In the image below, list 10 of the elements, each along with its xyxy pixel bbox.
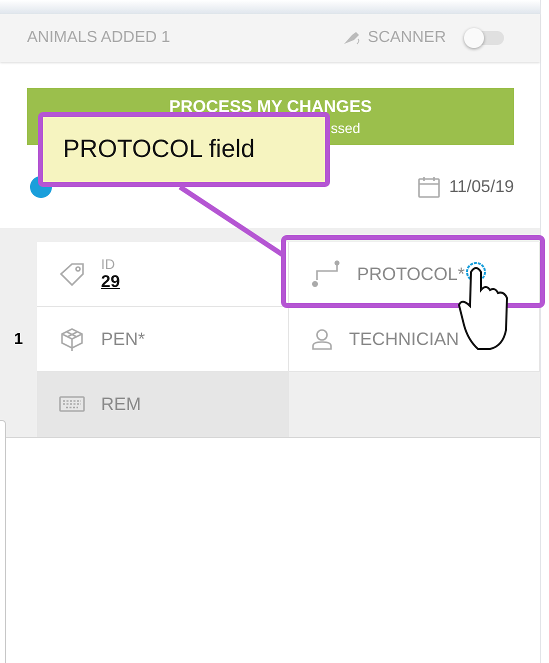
field-label: TECHNICIAN [349, 328, 460, 350]
animals-added-count: ANIMALS ADDED 1 [27, 29, 172, 47]
date-text: 11/05/19 [449, 177, 514, 197]
scanner-label: SCANNER [368, 29, 446, 47]
field-label: PROTOCOL* [357, 264, 465, 284]
field-label: PEN* [101, 328, 146, 350]
callout-text: PROTOCOL field [63, 135, 255, 164]
field-label: ID [101, 256, 116, 272]
field-label: REM [101, 394, 141, 414]
record-number: 1 [14, 330, 23, 348]
